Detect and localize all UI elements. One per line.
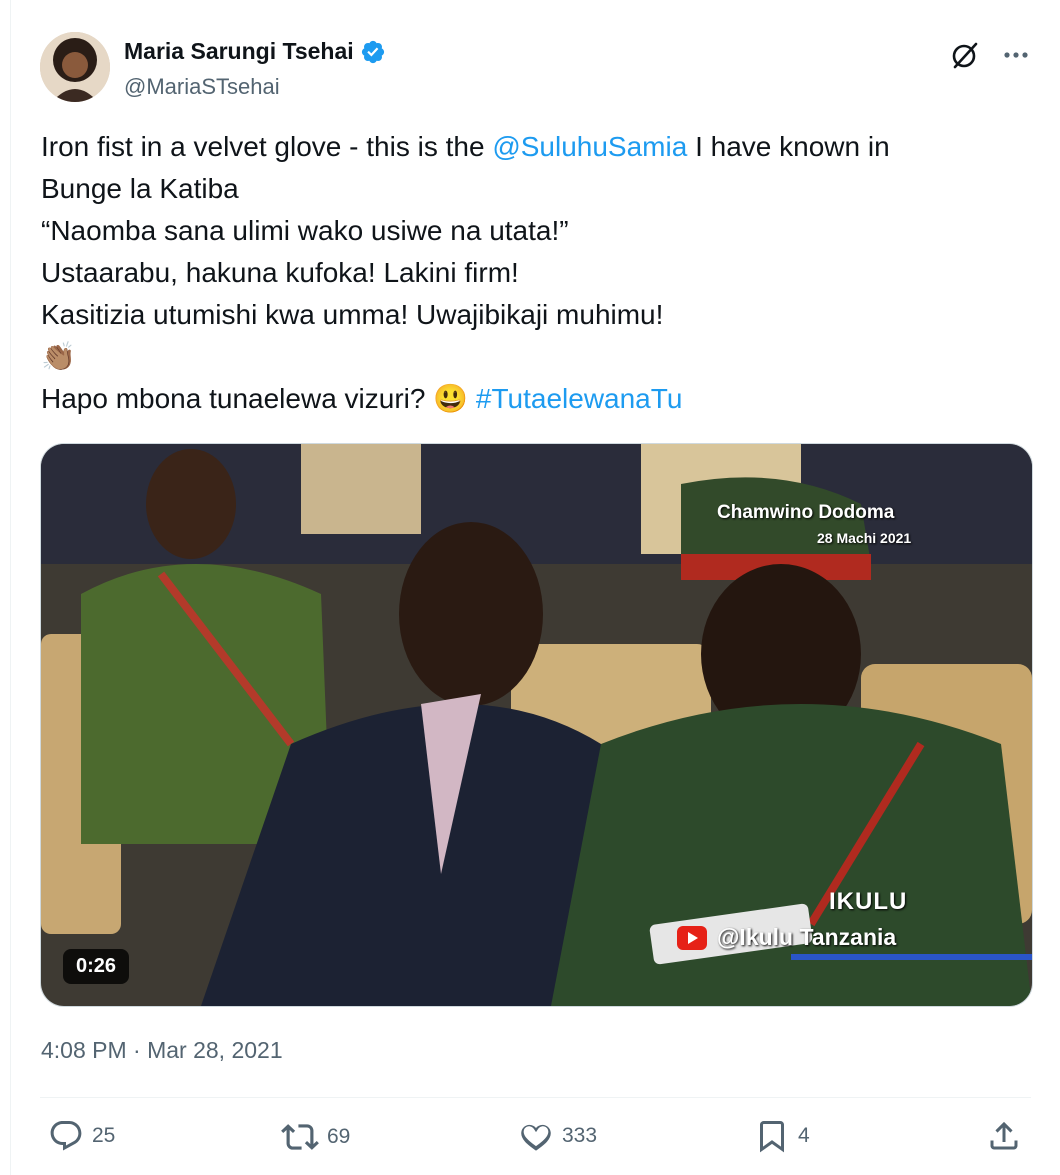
tweet-line-7: Hapo mbona tunaelewa vizuri? 😃 #Tutaelew… — [41, 383, 683, 414]
header-actions — [950, 40, 1030, 70]
overlay-brand: IKULU — [829, 888, 908, 915]
share-button[interactable] — [986, 1118, 1022, 1154]
youtube-icon — [677, 926, 707, 950]
smiley-emoji: 😃 — [433, 383, 469, 414]
bookmark-button[interactable]: 4 — [754, 1118, 810, 1154]
like-count: 333 — [562, 1124, 598, 1147]
repost-button[interactable]: 69 — [281, 1118, 350, 1156]
share-icon — [990, 1121, 1018, 1150]
like-icon — [521, 1124, 551, 1151]
reply-count: 25 — [92, 1124, 116, 1147]
reply-icon — [50, 1121, 82, 1151]
verified-icon — [361, 40, 384, 63]
author-name[interactable]: Maria Sarungi Tsehai — [124, 38, 354, 65]
action-bar: 25 69 333 4 — [40, 1118, 1031, 1162]
timeline-rail — [10, 0, 11, 1175]
hashtag-link[interactable]: #TutaelewanaTu — [476, 383, 683, 414]
video-player[interactable]: Chamwino Dodoma 28 Machi 2021 IKULU @Iku… — [40, 443, 1033, 1007]
tweet-line-3: “Naomba sana ulimi wako usiwe na utata!” — [41, 215, 569, 246]
tweet-header: Maria Sarungi Tsehai @MariaSTsehai — [40, 32, 1040, 104]
repost-icon — [281, 1124, 319, 1150]
tweet-line-5: Kasitizia utumishi kwa umma! Uwajibikaji… — [41, 299, 664, 330]
tweet-line-2: Bunge la Katiba — [41, 173, 239, 204]
mention-link[interactable]: @SuluhuSamia — [492, 131, 687, 162]
bookmark-count: 4 — [798, 1124, 810, 1147]
bookmark-icon — [760, 1121, 784, 1153]
tweet-line-1: Iron fist in a velvet glove - this is th… — [41, 131, 890, 162]
video-duration: 0:26 — [63, 949, 130, 984]
overlay-date: 28 Machi 2021 — [817, 530, 912, 546]
avatar[interactable] — [40, 32, 110, 102]
divider — [40, 1097, 1031, 1098]
author-handle[interactable]: @MariaSTsehai — [124, 74, 280, 100]
overlay-location: Chamwino Dodoma — [717, 502, 895, 523]
reply-button[interactable]: 25 — [48, 1118, 115, 1154]
like-button[interactable]: 333 — [518, 1118, 597, 1154]
overlay-channel: @Ikulu Tanzania — [717, 924, 897, 950]
clapping-emoji: 👏🏽 — [41, 341, 76, 372]
grok-icon[interactable] — [950, 40, 980, 70]
tweet-line-4: Ustaarabu, hakuna kufoka! Lakini firm! — [41, 257, 519, 288]
author-name-row: Maria Sarungi Tsehai — [124, 38, 386, 65]
tweet-text: Iron fist in a velvet glove - this is th… — [41, 126, 1001, 420]
repost-count: 69 — [327, 1125, 351, 1148]
more-icon[interactable] — [1002, 41, 1030, 69]
tweet-timestamp[interactable]: 4:08 PM · Mar 28, 2021 — [41, 1037, 283, 1064]
video-frame — [41, 444, 1032, 1006]
